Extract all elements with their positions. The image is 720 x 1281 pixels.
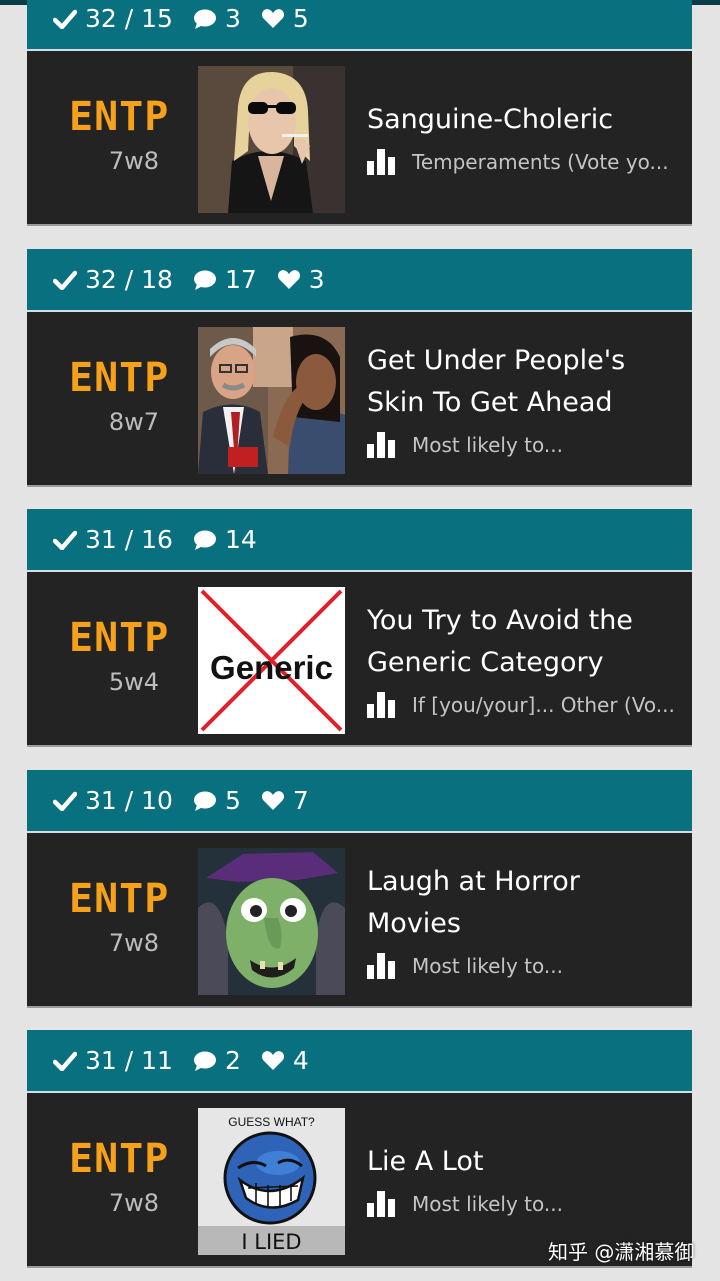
comments-count: 5 [224, 786, 241, 815]
card-thumbnail[interactable] [198, 327, 345, 474]
check-icon [53, 791, 77, 811]
comments-count: 3 [224, 4, 241, 33]
card-thumbnail[interactable] [198, 66, 345, 213]
likes-count: 3 [308, 265, 325, 294]
votes-stat: 32 / 18 [53, 265, 173, 294]
card-title[interactable]: Laugh at Horror Movies [367, 861, 667, 945]
enneagram-wing: 7w8 [108, 929, 159, 957]
likes-stat[interactable]: 7 [261, 786, 309, 815]
likes-count: 4 [292, 1046, 309, 1075]
heart-icon [261, 1051, 284, 1070]
likes-count: 7 [292, 786, 309, 815]
heart-icon [261, 9, 284, 28]
votes-count: 32 / 18 [85, 265, 173, 294]
comments-stat[interactable]: 3 [193, 4, 241, 33]
category-label: Temperaments (Vote yo... [412, 150, 669, 174]
likes-stat[interactable]: 4 [261, 1046, 309, 1075]
card-stats-bar: 32 / 15 3 5 [27, 0, 692, 51]
votes-count: 31 / 10 [85, 786, 173, 815]
votes-count: 31 / 16 [85, 525, 173, 554]
card-category[interactable]: Temperaments (Vote yo... [367, 149, 669, 175]
votes-count: 32 / 15 [85, 4, 173, 33]
category-label: If [you/your]... Other (Vo... [412, 693, 675, 717]
comment-icon [193, 791, 216, 811]
comments-count: 2 [224, 1046, 241, 1075]
enneagram-wing: 7w8 [108, 147, 159, 175]
card-category[interactable]: Most likely to... [367, 1191, 563, 1217]
personality-type: ENTP [69, 355, 170, 401]
card-stats-bar: 32 / 18 17 3 [27, 249, 692, 312]
card-content: ENTP 7w8 Sanguine-Choleric Temperaments … [27, 51, 692, 226]
card-category[interactable]: Most likely to... [367, 953, 563, 979]
votes-count: 31 / 11 [85, 1046, 173, 1075]
thumbnail-text-top: GUESS WHAT? [228, 1115, 315, 1129]
card-content: ENTP 8w7 Get Under People's Skin To Get … [27, 312, 692, 487]
bar-chart-icon [367, 692, 395, 718]
comments-stat[interactable]: 2 [193, 1046, 241, 1075]
check-icon [53, 9, 77, 29]
comments-stat[interactable]: 5 [193, 786, 241, 815]
bar-chart-icon [367, 1191, 395, 1217]
enneagram-wing: 7w8 [108, 1189, 159, 1217]
check-icon [53, 270, 77, 290]
votes-stat: 31 / 10 [53, 786, 173, 815]
result-card[interactable]: 32 / 15 3 5 ENTP 7w8 Sanguine-Choleric T… [27, 0, 692, 226]
result-card[interactable]: 31 / 10 5 7 ENTP 7w8 Laugh at Horror Mov… [27, 770, 692, 1008]
result-card[interactable]: 31 / 16 14 ENTP 5w4 Generic You Try to A… [27, 509, 692, 747]
bar-chart-icon [367, 149, 395, 175]
card-category[interactable]: Most likely to... [367, 432, 563, 458]
thumbnail-text: Generic [210, 649, 333, 686]
likes-count: 5 [292, 4, 309, 33]
votes-stat: 31 / 11 [53, 1046, 173, 1075]
card-stats-bar: 31 / 11 2 4 [27, 1030, 692, 1093]
check-icon [53, 1051, 77, 1071]
bar-chart-icon [367, 953, 395, 979]
enneagram-wing: 5w4 [108, 668, 159, 696]
category-label: Most likely to... [412, 954, 563, 978]
likes-stat[interactable]: 3 [277, 265, 325, 294]
comment-icon [193, 9, 216, 29]
card-thumbnail[interactable] [198, 848, 345, 995]
card-stats-bar: 31 / 16 14 [27, 509, 692, 572]
card-title[interactable]: Lie A Lot [367, 1141, 667, 1183]
votes-stat: 32 / 15 [53, 4, 173, 33]
comments-stat[interactable]: 14 [193, 525, 257, 554]
card-title[interactable]: Sanguine-Choleric [367, 99, 667, 141]
votes-stat: 31 / 16 [53, 525, 173, 554]
card-category[interactable]: If [you/your]... Other (Vo... [367, 692, 675, 718]
card-title[interactable]: Get Under People's Skin To Get Ahead [367, 340, 667, 424]
personality-type: ENTP [69, 615, 170, 661]
result-card[interactable]: 31 / 11 2 4 ENTP 7w8 GUESS WHAT? I LIED … [27, 1030, 692, 1268]
result-card[interactable]: 32 / 18 17 3 ENTP 8w7 Get Under People's… [27, 249, 692, 487]
comment-icon [193, 1051, 216, 1071]
personality-type: ENTP [69, 94, 170, 140]
card-title[interactable]: You Try to Avoid the Generic Category [367, 600, 667, 684]
category-label: Most likely to... [412, 433, 563, 457]
heart-icon [261, 791, 284, 810]
bar-chart-icon [367, 432, 395, 458]
card-content: ENTP 5w4 Generic You Try to Avoid the Ge… [27, 572, 692, 747]
comment-icon [193, 530, 216, 550]
card-stats-bar: 31 / 10 5 7 [27, 770, 692, 833]
personality-type: ENTP [69, 1136, 170, 1182]
check-icon [53, 530, 77, 550]
personality-type: ENTP [69, 876, 170, 922]
heart-icon [277, 270, 300, 289]
comments-count: 14 [224, 525, 257, 554]
thumbnail-text-bottom: I LIED [241, 1230, 301, 1254]
likes-stat[interactable]: 5 [261, 4, 309, 33]
enneagram-wing: 8w7 [108, 408, 159, 436]
comments-count: 17 [224, 265, 257, 294]
category-label: Most likely to... [412, 1192, 563, 1216]
comments-stat[interactable]: 17 [193, 265, 257, 294]
comment-icon [193, 270, 216, 290]
card-thumbnail[interactable]: GUESS WHAT? I LIED [198, 1108, 345, 1255]
card-thumbnail[interactable]: Generic [198, 587, 345, 734]
watermark-text: 知乎 @潇湘慕御 [548, 1240, 695, 1264]
card-content: ENTP 7w8 Laugh at Horror Movies Most lik… [27, 833, 692, 1008]
